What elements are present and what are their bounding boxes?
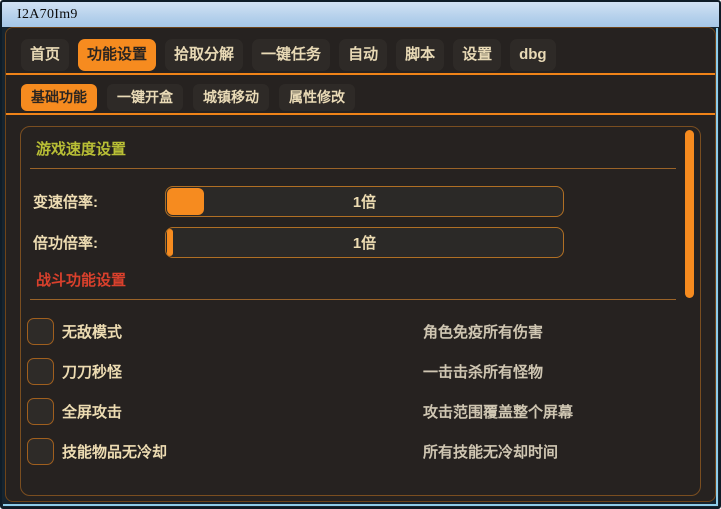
toggle-row-skill-no-cooldown: 技能物品无冷却 所有技能无冷却时间 bbox=[27, 436, 678, 466]
toggle-description: 一击击杀所有怪物 bbox=[423, 361, 543, 382]
toggle-description: 角色免疫所有伤害 bbox=[423, 321, 543, 342]
tab-function-settings[interactable]: 功能设置 bbox=[78, 39, 156, 71]
subtab-attribute-modify[interactable]: 属性修改 bbox=[279, 84, 355, 111]
toggle-row-god-mode: 无敌模式 角色免疫所有伤害 bbox=[27, 316, 678, 346]
toggle-label: 无敌模式 bbox=[62, 321, 122, 342]
section-title-game-speed: 游戏速度设置 bbox=[36, 140, 678, 160]
titlebar[interactable]: I2A70Im9 bbox=[2, 2, 719, 27]
sub-tab-underline bbox=[6, 113, 715, 115]
checkbox-god-mode[interactable] bbox=[27, 318, 54, 345]
toggle-description: 攻击范围覆盖整个屏幕 bbox=[423, 401, 573, 422]
toggle-label: 全屏攻击 bbox=[62, 401, 122, 422]
settings-panel: 游戏速度设置 变速倍率: 1倍 倍功倍率: 1倍 战斗功能设置 bbox=[20, 126, 701, 496]
power-multiplier-row: 倍功倍率: 1倍 bbox=[27, 227, 678, 258]
tab-settings[interactable]: 设置 bbox=[453, 39, 501, 71]
speed-multiplier-slider[interactable]: 1倍 bbox=[165, 186, 564, 217]
scrollbar-thumb[interactable] bbox=[685, 130, 694, 298]
checkbox-full-screen-attack[interactable] bbox=[27, 398, 54, 425]
power-multiplier-value: 1倍 bbox=[353, 232, 376, 253]
window-title: I2A70Im9 bbox=[17, 7, 78, 23]
tab-script[interactable]: 脚本 bbox=[396, 39, 444, 71]
tab-home[interactable]: 首页 bbox=[21, 39, 69, 71]
checkbox-one-hit-kill[interactable] bbox=[27, 358, 54, 385]
section-title-combat: 战斗功能设置 bbox=[36, 271, 678, 291]
power-multiplier-slider[interactable]: 1倍 bbox=[165, 227, 564, 258]
subtab-one-key-open-box[interactable]: 一键开盒 bbox=[107, 84, 183, 111]
app-window: I2A70Im9 首页 功能设置 拾取分解 一键任务 自动 脚本 设置 dbg … bbox=[0, 0, 721, 509]
tab-dbg[interactable]: dbg bbox=[510, 39, 556, 71]
tab-auto[interactable]: 自动 bbox=[339, 39, 387, 71]
tab-pickup-decompose[interactable]: 拾取分解 bbox=[165, 39, 243, 71]
main-tab-bar: 首页 功能设置 拾取分解 一键任务 自动 脚本 设置 dbg bbox=[6, 28, 715, 71]
toggle-label: 技能物品无冷却 bbox=[62, 441, 167, 462]
speed-multiplier-value: 1倍 bbox=[353, 191, 376, 212]
sub-tab-bar: 基础功能 一键开盒 城镇移动 属性修改 bbox=[6, 75, 715, 111]
slider-handle[interactable] bbox=[167, 188, 204, 215]
power-multiplier-label: 倍功倍率: bbox=[27, 232, 165, 253]
subtab-basic-functions[interactable]: 基础功能 bbox=[21, 84, 97, 111]
speed-multiplier-label: 变速倍率: bbox=[27, 191, 165, 212]
toggle-label: 刀刀秒怪 bbox=[62, 361, 122, 382]
toggle-row-full-screen-attack: 全屏攻击 攻击范围覆盖整个屏幕 bbox=[27, 396, 678, 426]
client-area: 首页 功能设置 拾取分解 一键任务 自动 脚本 设置 dbg 基础功能 一键开盒… bbox=[5, 27, 716, 502]
slider-handle[interactable] bbox=[167, 229, 173, 256]
section-divider bbox=[30, 168, 676, 169]
toggle-description: 所有技能无冷却时间 bbox=[423, 441, 558, 462]
subtab-town-move[interactable]: 城镇移动 bbox=[193, 84, 269, 111]
speed-multiplier-row: 变速倍率: 1倍 bbox=[27, 186, 678, 217]
checkbox-skill-no-cooldown[interactable] bbox=[27, 438, 54, 465]
tab-one-key-task[interactable]: 一键任务 bbox=[252, 39, 330, 71]
section-divider bbox=[30, 299, 676, 300]
toggle-row-one-hit-kill: 刀刀秒怪 一击击杀所有怪物 bbox=[27, 356, 678, 386]
